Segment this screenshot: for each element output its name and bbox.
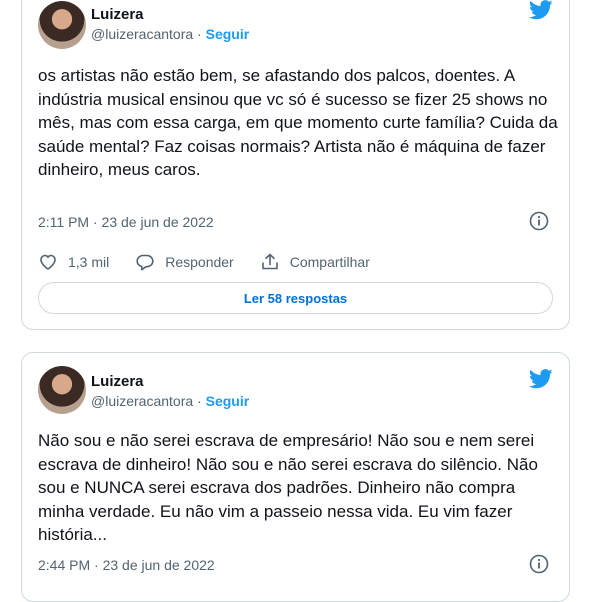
author-handle-line: @luizeracantora · Seguir bbox=[91, 26, 249, 42]
info-icon[interactable] bbox=[529, 554, 549, 574]
author-name[interactable]: Luizera bbox=[91, 6, 144, 23]
separator: · bbox=[193, 393, 206, 409]
read-replies-button[interactable]: Ler 58 respostas bbox=[38, 282, 553, 314]
tweet-text: Não sou e não serei escrava de empresári… bbox=[38, 431, 538, 544]
reply-label: Responder bbox=[165, 254, 234, 270]
tweet-timestamp[interactable]: 2:44 PM · 23 de jun de 2022 bbox=[38, 557, 215, 573]
separator: · bbox=[193, 26, 206, 42]
like-action[interactable]: 1,3 mil bbox=[38, 252, 109, 272]
share-action[interactable]: Compartilhar bbox=[260, 252, 370, 272]
twitter-bird-icon[interactable] bbox=[529, 0, 553, 20]
tweet-actions: 1,3 mil Responder Compartilhar bbox=[38, 250, 396, 274]
author-handle[interactable]: @luizeracantora bbox=[91, 393, 193, 409]
like-count: 1,3 mil bbox=[68, 254, 110, 270]
avatar[interactable] bbox=[38, 1, 86, 49]
follow-button[interactable]: Seguir bbox=[206, 26, 250, 42]
follow-button[interactable]: Seguir bbox=[206, 393, 250, 409]
author-handle-line: @luizeracantora · Seguir bbox=[91, 393, 249, 409]
avatar[interactable] bbox=[38, 366, 86, 414]
reply-action[interactable]: Responder bbox=[135, 252, 234, 272]
share-label: Compartilhar bbox=[289, 254, 370, 270]
tweet-card[interactable]: Luizera @luizeracantora · Seguir os arti… bbox=[21, 0, 570, 330]
tweet-timestamp[interactable]: 2:11 PM · 23 de jun de 2022 bbox=[38, 214, 214, 230]
tweet-card[interactable]: Luizera @luizeracantora · Seguir Não sou… bbox=[21, 352, 570, 602]
author-handle[interactable]: @luizeracantora bbox=[91, 26, 193, 42]
twitter-bird-icon[interactable] bbox=[529, 369, 553, 389]
heart-icon bbox=[40, 254, 56, 270]
info-icon[interactable] bbox=[529, 211, 549, 231]
share-icon bbox=[261, 253, 278, 270]
author-name[interactable]: Luizera bbox=[91, 373, 144, 390]
tweet-text: os artistas não estão bem, se afastando … bbox=[38, 66, 558, 179]
reply-icon bbox=[136, 254, 154, 271]
